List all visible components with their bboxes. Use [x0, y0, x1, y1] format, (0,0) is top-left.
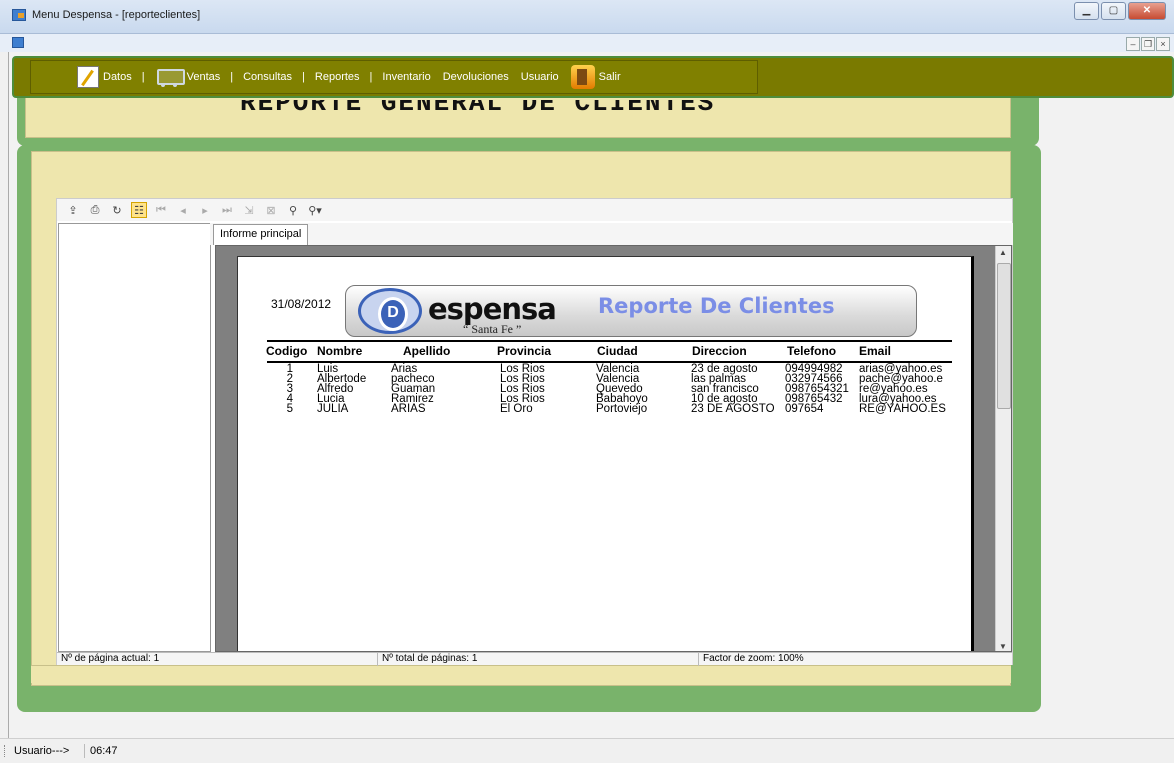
- user-status-label: Usuario--->: [14, 745, 70, 757]
- logo-emblem: [358, 288, 422, 334]
- close-button[interactable]: ✕: [1128, 2, 1166, 20]
- menu-bar: Datos | Ventas | Consultas | Reportes | …: [12, 56, 1174, 98]
- column-header: Telefono: [787, 344, 837, 358]
- export-icon[interactable]: ⇪: [65, 202, 81, 218]
- stop-icon[interactable]: ⊠: [263, 202, 279, 218]
- table-cell: 23 DE AGOSTO: [691, 403, 775, 415]
- status-separator: [84, 744, 85, 758]
- first-page-icon[interactable]: ⏮: [153, 202, 169, 218]
- time-status: 06:47: [90, 745, 118, 757]
- report-page: 31/08/2012 espensa “ Santa Fe ” Reporte …: [237, 256, 974, 651]
- mdi-child-bar: [0, 34, 1174, 52]
- mdi-minimize-button[interactable]: –: [1126, 37, 1140, 51]
- previous-page-icon[interactable]: ◂: [175, 202, 191, 218]
- goto-page-icon[interactable]: ⇲: [241, 202, 257, 218]
- report-page-area[interactable]: 31/08/2012 espensa “ Santa Fe ” Reporte …: [215, 245, 1012, 652]
- menu-salir[interactable]: Salir: [565, 65, 627, 89]
- scroll-down-icon[interactable]: ▼: [999, 642, 1007, 651]
- window-title: Menu Despensa - [reporteclientes]: [32, 9, 201, 21]
- report-logo-banner: espensa “ Santa Fe ” Reporte De Clientes: [345, 285, 917, 337]
- vertical-scrollbar[interactable]: ▲ ▼: [995, 246, 1011, 651]
- exit-icon: [570, 65, 595, 89]
- status-bar: Usuario---> 06:47: [0, 738, 1174, 763]
- menu-separator: |: [302, 71, 305, 83]
- row-codigo: 5: [286, 403, 293, 415]
- status-grip: [4, 745, 7, 757]
- find-icon[interactable]: ⚲: [285, 202, 301, 218]
- title-bar: Menu Despensa - [reporteclientes] ▁ ▢ ✕: [0, 0, 1174, 34]
- column-header: Email: [859, 344, 892, 358]
- menu-inventario[interactable]: Inventario: [376, 71, 436, 83]
- maximize-button[interactable]: ▢: [1101, 2, 1126, 20]
- viewer-tabs: Informe principal: [210, 223, 1013, 245]
- group-tree-icon[interactable]: ☷: [131, 202, 147, 218]
- report-title: Reporte De Clientes: [598, 294, 835, 318]
- window-controls: ▁ ▢ ✕: [1074, 2, 1166, 20]
- scroll-up-icon[interactable]: ▲: [999, 248, 1007, 257]
- table-cell: 097654: [785, 403, 824, 415]
- group-tree-panel[interactable]: [58, 223, 211, 652]
- menu-consultas[interactable]: Consultas: [237, 71, 298, 83]
- zoom-icon[interactable]: ⚲▾: [307, 202, 323, 218]
- total-pages-status: Nº total de páginas: 1: [378, 653, 699, 666]
- menu-ventas[interactable]: Ventas: [149, 65, 227, 89]
- column-header: Provincia: [497, 344, 552, 358]
- viewer-status-row: Nº de página actual: 1 Nº total de págin…: [57, 652, 1012, 666]
- tab-informe-principal[interactable]: Informe principal: [213, 224, 309, 245]
- table-cell: JULIA: [317, 403, 349, 415]
- table-cell: Portoviejo: [596, 403, 648, 415]
- scroll-thumb[interactable]: [997, 263, 1011, 409]
- header-rule-top: [267, 340, 952, 342]
- current-page-status: Nº de página actual: 1: [57, 653, 378, 666]
- report-date: 31/08/2012: [271, 297, 332, 311]
- table-cell: ARIAS: [391, 403, 426, 415]
- minimize-button[interactable]: ▁: [1074, 2, 1099, 20]
- viewer-toolbar: ⇪ ⎙ ↻ ☷ ⏮ ◂ ▸ ⏭ ⇲ ⊠ ⚲ ⚲▾: [57, 199, 1012, 221]
- menu-separator: |: [369, 71, 373, 83]
- column-header: Ciudad: [597, 344, 638, 358]
- next-page-icon[interactable]: ▸: [197, 202, 213, 218]
- menu-separator: |: [230, 71, 234, 83]
- column-header: Nombre: [317, 344, 363, 358]
- menu-separator: |: [141, 71, 145, 83]
- zoom-status: Factor de zoom: 100%: [703, 653, 804, 664]
- report-viewer: ⇪ ⎙ ↻ ☷ ⏮ ◂ ▸ ⏭ ⇲ ⊠ ⚲ ⚲▾ Informe princip…: [56, 198, 1013, 666]
- mdi-restore-button[interactable]: ❐: [1141, 37, 1155, 51]
- last-page-icon[interactable]: ⏭: [219, 202, 235, 218]
- mdi-close-button[interactable]: ×: [1156, 37, 1170, 51]
- edit-icon: [77, 66, 99, 88]
- column-header: Apellido: [403, 344, 451, 358]
- mdi-child-controls: – ❐ ×: [1126, 37, 1170, 51]
- mdi-child-icon[interactable]: [12, 37, 24, 48]
- menu-usuario[interactable]: Usuario: [515, 71, 565, 83]
- app-icon: [12, 9, 26, 21]
- menu-devoluciones[interactable]: Devoluciones: [437, 71, 515, 83]
- column-header: Direccion: [692, 344, 747, 358]
- refresh-icon[interactable]: ↻: [109, 202, 125, 218]
- table-cell: El Oro: [500, 403, 533, 415]
- column-header: Codigo: [266, 344, 308, 358]
- logo-brand: espensa: [428, 292, 557, 326]
- print-icon[interactable]: ⎙: [87, 202, 103, 218]
- menu-datos[interactable]: Datos: [71, 66, 138, 88]
- cart-icon: [155, 65, 185, 89]
- table-cell: RE@YAHOO.ES: [859, 403, 946, 415]
- menu-reportes[interactable]: Reportes: [309, 71, 366, 83]
- logo-subtitle: “ Santa Fe ”: [463, 322, 522, 336]
